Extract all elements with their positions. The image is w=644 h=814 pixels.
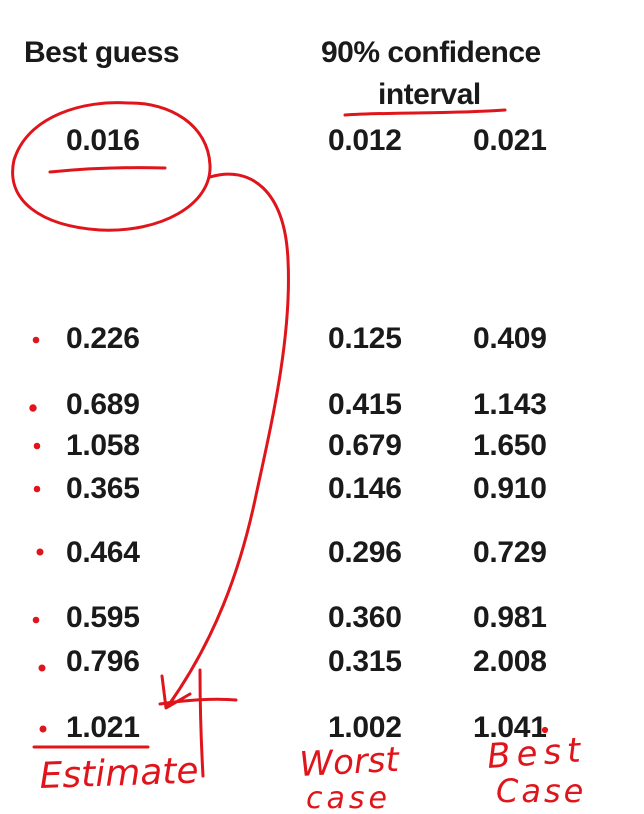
- row-7-best-guess: 0.595: [66, 601, 140, 634]
- best-guess-header: Best guess: [24, 36, 180, 69]
- row-2-best-guess: 0.226: [66, 322, 140, 355]
- worst-case-label-line1: Worst: [298, 740, 401, 785]
- worst-case-label-line2: case: [306, 781, 391, 814]
- row-8-ci-low: 0.315: [328, 645, 402, 678]
- bullet-dot: [33, 485, 41, 493]
- connector-arrow-icon: [166, 172, 290, 708]
- row-2-ci-low: 0.125: [328, 322, 402, 355]
- row-7-ci-low: 0.360: [328, 601, 402, 634]
- bullet-dot: [36, 548, 44, 556]
- row-1-ci-high: 0.021: [473, 124, 547, 157]
- row-4-ci-low: 0.679: [328, 429, 402, 462]
- cross-mark-horizontal: [158, 697, 238, 706]
- confidence-interval-header-line1: 90% confidence: [321, 36, 541, 69]
- row-9-ci-high: 1.041: [473, 711, 547, 744]
- row-3-ci-low: 0.415: [328, 388, 402, 421]
- arrow-head-icon: [160, 674, 192, 710]
- cross-mark-vertical: [198, 668, 205, 778]
- row-8-ci-high: 2.008: [473, 645, 547, 678]
- best-guess-circle: [11, 101, 212, 232]
- row-9-best-guess: 1.021: [66, 711, 140, 744]
- bullet-dot: [29, 404, 37, 412]
- row-1-ci-low: 0.012: [328, 124, 402, 157]
- row-8-best-guess: 0.796: [66, 645, 140, 678]
- first-value-underline: [48, 166, 167, 174]
- bullet-dot: [38, 664, 46, 672]
- bullet-dot: [39, 725, 47, 733]
- row-9-ci-low: 1.002: [328, 711, 402, 744]
- bullet-dot: [32, 336, 40, 344]
- row-6-best-guess: 0.464: [66, 536, 140, 569]
- row-1-best-guess: 0.016: [66, 124, 140, 157]
- row-4-ci-high: 1.650: [473, 429, 547, 462]
- confidence-interval-header-line2: interval: [378, 78, 481, 111]
- row-2-ci-high: 0.409: [473, 322, 547, 355]
- row-5-ci-high: 0.910: [473, 472, 547, 505]
- row-4-best-guess: 1.058: [66, 429, 140, 462]
- estimate-label: Estimate: [39, 750, 199, 797]
- row-6-ci-low: 0.296: [328, 536, 402, 569]
- row-5-ci-low: 0.146: [328, 472, 402, 505]
- row-7-ci-high: 0.981: [473, 601, 547, 634]
- row-6-ci-high: 0.729: [473, 536, 547, 569]
- best-case-label-line2: Case: [496, 772, 586, 810]
- row-5-best-guess: 0.365: [66, 472, 140, 505]
- bullet-dot: [32, 616, 40, 624]
- bullet-dot: [33, 442, 41, 450]
- row-3-ci-high: 1.143: [473, 388, 547, 421]
- row-3-best-guess: 0.689: [66, 388, 140, 421]
